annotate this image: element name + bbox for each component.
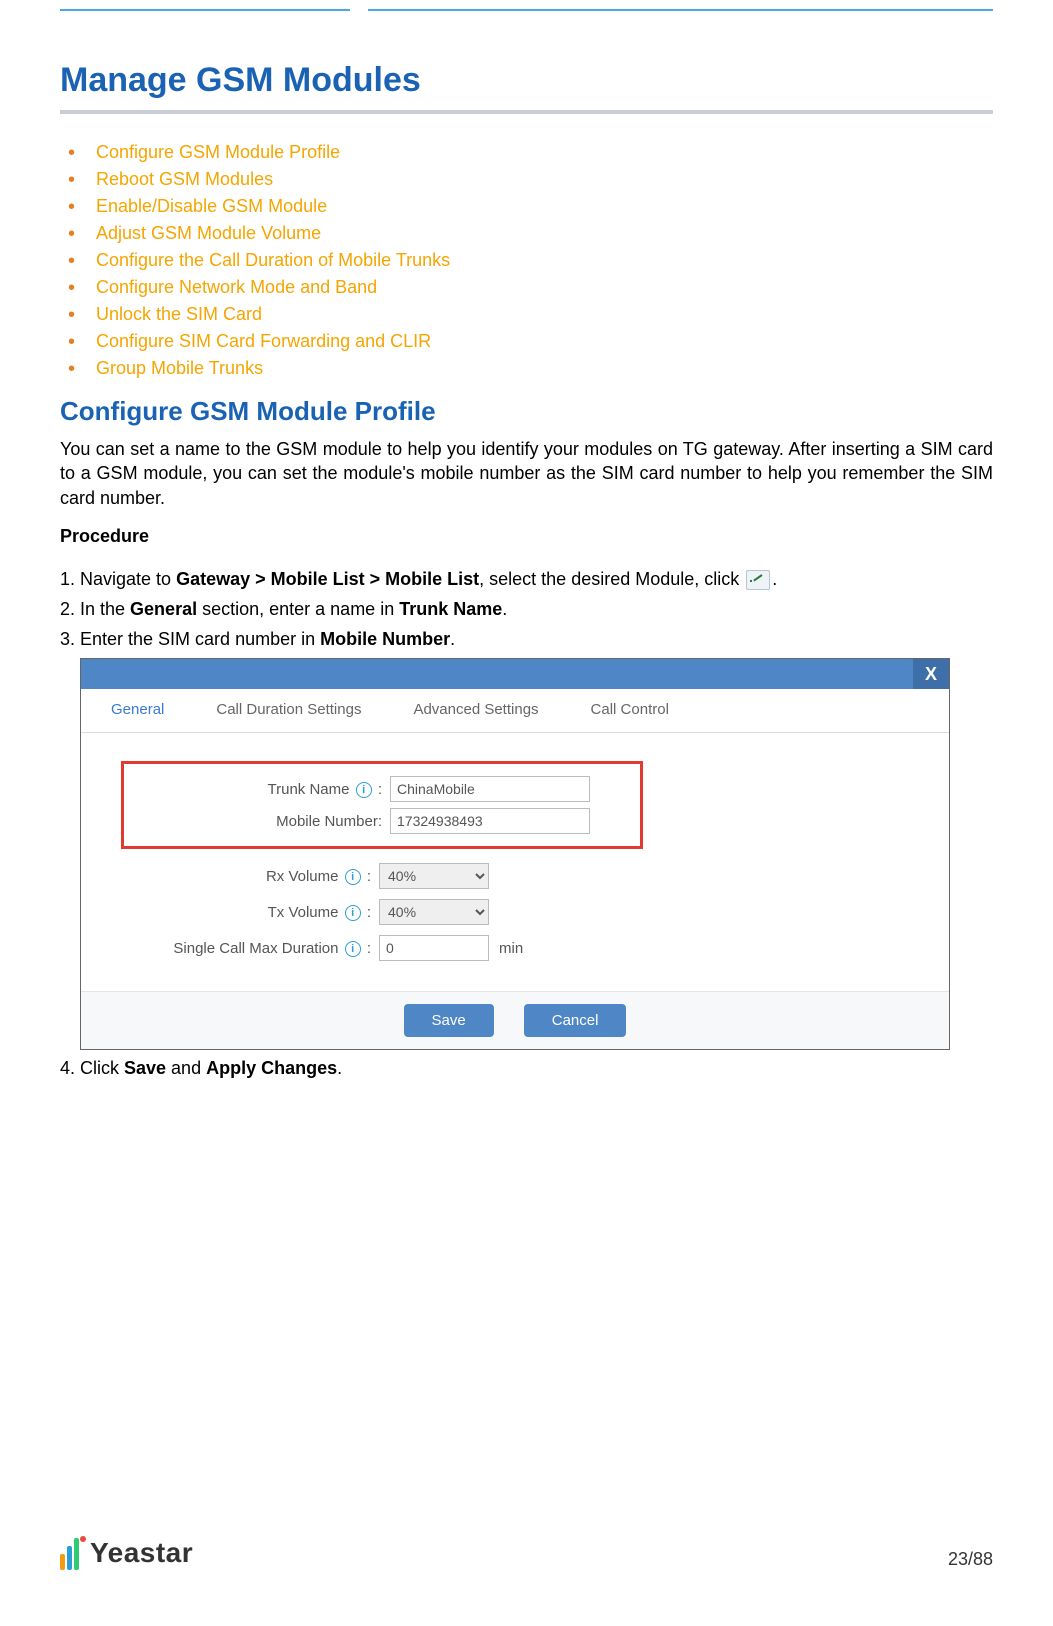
unit-min: min bbox=[499, 940, 523, 957]
toc-list: Configure GSM Module Profile Reboot GSM … bbox=[60, 139, 993, 382]
cancel-button[interactable]: Cancel bbox=[524, 1004, 627, 1037]
procedure-label: Procedure bbox=[60, 526, 993, 547]
step-2: In the General section, enter a name in … bbox=[80, 597, 993, 622]
brand-name: Yeastar bbox=[90, 1537, 193, 1569]
procedure-steps-cont: Click Save and Apply Changes. bbox=[60, 1056, 993, 1081]
step-3: Enter the SIM card number in Mobile Numb… bbox=[80, 627, 993, 652]
page-title: Manage GSM Modules bbox=[60, 61, 993, 100]
toc-link[interactable]: Reboot GSM Modules bbox=[96, 169, 273, 189]
trunk-name-input[interactable] bbox=[390, 776, 590, 802]
page-footer: Yeastar 23/88 bbox=[60, 1536, 993, 1570]
highlighted-fields: Trunk Name i : Mobile Number: bbox=[121, 761, 643, 849]
procedure-steps: Navigate to Gateway > Mobile List > Mobi… bbox=[60, 567, 993, 653]
trunk-name-label: Trunk Name i : bbox=[132, 781, 390, 798]
toc-link[interactable]: Configure SIM Card Forwarding and CLIR bbox=[96, 331, 431, 351]
section-body: You can set a name to the GSM module to … bbox=[60, 437, 993, 510]
title-underline bbox=[60, 110, 993, 114]
page-number: 23/88 bbox=[948, 1549, 993, 1570]
brand-logo: Yeastar bbox=[60, 1536, 193, 1570]
step-1: Navigate to Gateway > Mobile List > Mobi… bbox=[80, 567, 993, 592]
toc-link[interactable]: Configure GSM Module Profile bbox=[96, 142, 340, 162]
single-call-input[interactable] bbox=[379, 935, 489, 961]
info-icon[interactable]: i bbox=[345, 869, 361, 885]
toc-link[interactable]: Configure the Call Duration of Mobile Tr… bbox=[96, 250, 450, 270]
toc-link[interactable]: Adjust GSM Module Volume bbox=[96, 223, 321, 243]
tx-volume-label: Tx Volume i : bbox=[121, 904, 379, 921]
dialog-tabs: General Call Duration Settings Advanced … bbox=[81, 689, 949, 733]
dialog-screenshot: X General Call Duration Settings Advance… bbox=[80, 658, 950, 1050]
header-rule bbox=[60, 9, 993, 11]
info-icon[interactable]: i bbox=[345, 905, 361, 921]
tab-call-duration[interactable]: Call Duration Settings bbox=[190, 689, 387, 732]
edit-icon bbox=[746, 570, 770, 590]
step-4: Click Save and Apply Changes. bbox=[80, 1056, 993, 1081]
tx-volume-select[interactable]: 40% bbox=[379, 899, 489, 925]
tab-call-control[interactable]: Call Control bbox=[565, 689, 695, 732]
toc-link[interactable]: Group Mobile Trunks bbox=[96, 358, 263, 378]
dialog-actions: Save Cancel bbox=[81, 991, 949, 1049]
single-call-label: Single Call Max Duration i : bbox=[121, 940, 379, 957]
toc-link[interactable]: Enable/Disable GSM Module bbox=[96, 196, 327, 216]
tab-general[interactable]: General bbox=[85, 689, 190, 732]
toc-link[interactable]: Configure Network Mode and Band bbox=[96, 277, 377, 297]
tab-advanced[interactable]: Advanced Settings bbox=[387, 689, 564, 732]
section-title: Configure GSM Module Profile bbox=[60, 396, 993, 427]
rx-volume-select[interactable]: 40% bbox=[379, 863, 489, 889]
info-icon[interactable]: i bbox=[356, 782, 372, 798]
logo-icon bbox=[60, 1536, 86, 1570]
close-icon[interactable]: X bbox=[913, 659, 949, 689]
dialog-titlebar: X bbox=[81, 659, 949, 689]
save-button[interactable]: Save bbox=[404, 1004, 494, 1037]
mobile-number-label: Mobile Number: bbox=[132, 813, 390, 830]
mobile-number-input[interactable] bbox=[390, 808, 590, 834]
rx-volume-label: Rx Volume i : bbox=[121, 868, 379, 885]
toc-link[interactable]: Unlock the SIM Card bbox=[96, 304, 262, 324]
info-icon[interactable]: i bbox=[345, 941, 361, 957]
dialog-body: Trunk Name i : Mobile Number: Rx Volume … bbox=[81, 733, 949, 991]
